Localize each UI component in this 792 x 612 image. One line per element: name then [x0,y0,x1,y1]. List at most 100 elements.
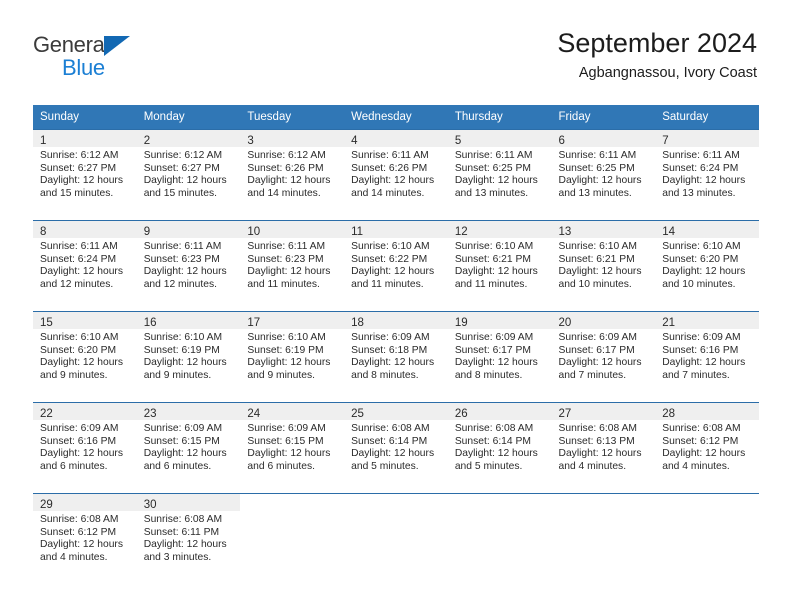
sunset-text: Sunset: 6:20 PM [40,344,117,356]
page-title: September 2024 [557,28,757,58]
day-cell[interactable]: 28 Sunrise: 6:08 AM Sunset: 6:12 PM Dayl… [655,402,759,494]
sunset-text: Sunset: 6:23 PM [247,253,324,265]
page-subtitle: Agbangnassou, Ivory Coast [578,65,757,81]
sunset-text: Sunset: 6:26 PM [247,162,324,174]
day-cell[interactable]: 19 Sunrise: 6:09 AM Sunset: 6:17 PM Dayl… [447,311,552,403]
day-cell[interactable]: 25 Sunrise: 6:08 AM Sunset: 6:14 PM Dayl… [344,402,448,494]
daylight-line1: Daylight: 12 hours [143,448,227,460]
daylight-line2: and 10 minutes. [662,278,736,290]
day-cell[interactable]: 29 Sunrise: 6:08 AM Sunset: 6:12 PM Dayl… [33,493,137,584]
day-cell[interactable]: 17 Sunrise: 6:10 AM Sunset: 6:19 PM Dayl… [240,311,345,403]
day-number: 29 [40,499,53,511]
day-number: 15 [40,317,53,329]
sunrise-text: Sunrise: 6:12 AM [247,150,326,161]
daylight-line1: Daylight: 12 hours [143,357,227,369]
daylight-line1: Daylight: 12 hours [143,266,227,278]
weekday-header-wednesday: Wednesday [344,105,448,130]
daylight-line2: and 4 minutes. [40,551,108,563]
sunrise-text: Sunrise: 6:09 AM [247,423,326,434]
sunrise-text: Sunrise: 6:10 AM [558,241,637,252]
sunset-text: Sunset: 6:27 PM [143,162,220,174]
daylight-line2: and 5 minutes. [351,460,419,472]
daylight-line1: Daylight: 12 hours [454,448,538,460]
day-cell[interactable]: 5 Sunrise: 6:11 AM Sunset: 6:25 PM Dayli… [447,129,552,221]
day-cell-empty [447,493,552,584]
daylight-line1: Daylight: 12 hours [662,357,746,369]
day-cell[interactable]: 21 Sunrise: 6:09 AM Sunset: 6:16 PM Dayl… [655,311,759,403]
sunset-text: Sunset: 6:21 PM [454,253,531,265]
day-cell[interactable]: 24 Sunrise: 6:09 AM Sunset: 6:15 PM Dayl… [240,402,345,494]
daylight-line2: and 15 minutes. [40,187,114,199]
sunrise-text: Sunrise: 6:10 AM [247,332,326,343]
sunset-text: Sunset: 6:16 PM [40,435,117,447]
day-cell[interactable]: 30 Sunrise: 6:08 AM Sunset: 6:11 PM Dayl… [136,493,241,584]
day-number: 14 [662,226,676,238]
daylight-line2: and 9 minutes. [247,369,315,381]
daylight-line1: Daylight: 12 hours [247,357,331,369]
weekday-header-friday: Friday [551,105,656,130]
weekday-header-monday: Monday [136,105,241,130]
sunrise-text: Sunrise: 6:08 AM [40,514,119,525]
day-cell[interactable]: 4 Sunrise: 6:11 AM Sunset: 6:26 PM Dayli… [344,129,448,221]
day-cell[interactable]: 6 Sunrise: 6:11 AM Sunset: 6:25 PM Dayli… [551,129,656,221]
day-number: 1 [40,135,47,147]
daylight-line1: Daylight: 12 hours [143,539,227,551]
daylight-line2: and 7 minutes. [558,369,627,381]
day-cell[interactable]: 3 Sunrise: 6:12 AM Sunset: 6:26 PM Dayli… [240,129,345,221]
sunrise-text: Sunrise: 6:08 AM [454,423,534,434]
day-cell[interactable]: 16 Sunrise: 6:10 AM Sunset: 6:19 PM Dayl… [136,311,241,403]
daylight-line1: Daylight: 12 hours [351,357,435,369]
daylight-line2: and 11 minutes. [247,278,320,290]
day-number: 9 [143,226,151,238]
day-cell[interactable]: 2 Sunrise: 6:12 AM Sunset: 6:27 PM Dayli… [136,129,241,221]
sunset-text: Sunset: 6:19 PM [143,344,220,356]
day-cell[interactable]: 15 Sunrise: 6:10 AM Sunset: 6:20 PM Dayl… [33,311,137,403]
day-cell[interactable]: 9 Sunrise: 6:11 AM Sunset: 6:23 PM Dayli… [136,220,241,312]
sunrise-text: Sunrise: 6:11 AM [454,150,533,161]
sunset-text: Sunset: 6:27 PM [40,162,117,174]
day-cell[interactable]: 1 Sunrise: 6:12 AM Sunset: 6:27 PM Dayli… [33,129,137,221]
week-row: 8 Sunrise: 6:11 AM Sunset: 6:24 PM Dayli… [33,220,759,312]
day-cell-empty [655,493,759,584]
daylight-line2: and 6 minutes. [40,460,108,472]
week-row: 22 Sunrise: 6:09 AM Sunset: 6:16 PM Dayl… [33,402,759,494]
daylight-line2: and 6 minutes. [247,460,315,472]
day-cell[interactable]: 20 Sunrise: 6:09 AM Sunset: 6:17 PM Dayl… [551,311,656,403]
daylight-line2: and 15 minutes. [143,187,217,199]
day-cell[interactable]: 23 Sunrise: 6:09 AM Sunset: 6:15 PM Dayl… [136,402,241,494]
sunset-text: Sunset: 6:17 PM [454,344,531,356]
day-cell[interactable]: 18 Sunrise: 6:09 AM Sunset: 6:18 PM Dayl… [344,311,448,403]
day-cell[interactable]: 12 Sunrise: 6:10 AM Sunset: 6:21 PM Dayl… [447,220,552,312]
daylight-line1: Daylight: 12 hours [662,266,746,278]
sunset-text: Sunset: 6:25 PM [454,162,531,174]
day-cell[interactable]: 11 Sunrise: 6:10 AM Sunset: 6:22 PM Dayl… [344,220,448,312]
day-number: 24 [247,408,261,420]
day-number: 2 [143,135,151,147]
generalblue-logo[interactable]: General Blue [33,33,153,81]
day-number: 11 [351,226,364,238]
sunrise-text: Sunrise: 6:10 AM [40,332,119,343]
day-cell[interactable]: 13 Sunrise: 6:10 AM Sunset: 6:21 PM Dayl… [551,220,656,312]
daylight-line2: and 9 minutes. [40,369,108,381]
day-cell[interactable]: 7 Sunrise: 6:11 AM Sunset: 6:24 PM Dayli… [655,129,759,221]
daylight-line2: and 6 minutes. [143,460,212,472]
day-cell[interactable]: 22 Sunrise: 6:09 AM Sunset: 6:16 PM Dayl… [33,402,137,494]
day-cell[interactable]: 26 Sunrise: 6:08 AM Sunset: 6:14 PM Dayl… [447,402,552,494]
sunset-text: Sunset: 6:19 PM [247,344,324,356]
day-cell[interactable]: 14 Sunrise: 6:10 AM Sunset: 6:20 PM Dayl… [655,220,759,312]
day-number: 26 [454,408,468,420]
day-number: 17 [247,317,261,329]
sunset-text: Sunset: 6:17 PM [558,344,635,356]
day-cell[interactable]: 27 Sunrise: 6:08 AM Sunset: 6:13 PM Dayl… [551,402,656,494]
day-cell[interactable]: 8 Sunrise: 6:11 AM Sunset: 6:24 PM Dayli… [33,220,137,312]
daylight-line1: Daylight: 12 hours [40,175,123,187]
weekday-header-tuesday: Tuesday [240,105,345,130]
daylight-line1: Daylight: 12 hours [558,448,642,460]
week-row: 29 Sunrise: 6:08 AM Sunset: 6:12 PM Dayl… [33,493,759,584]
weekday-header-thursday: Thursday [447,105,552,130]
day-cell-empty [551,493,656,584]
sunrise-text: Sunrise: 6:09 AM [351,332,430,343]
day-number: 23 [143,408,157,420]
sunset-text: Sunset: 6:18 PM [351,344,428,356]
day-cell[interactable]: 10 Sunrise: 6:11 AM Sunset: 6:23 PM Dayl… [240,220,345,312]
